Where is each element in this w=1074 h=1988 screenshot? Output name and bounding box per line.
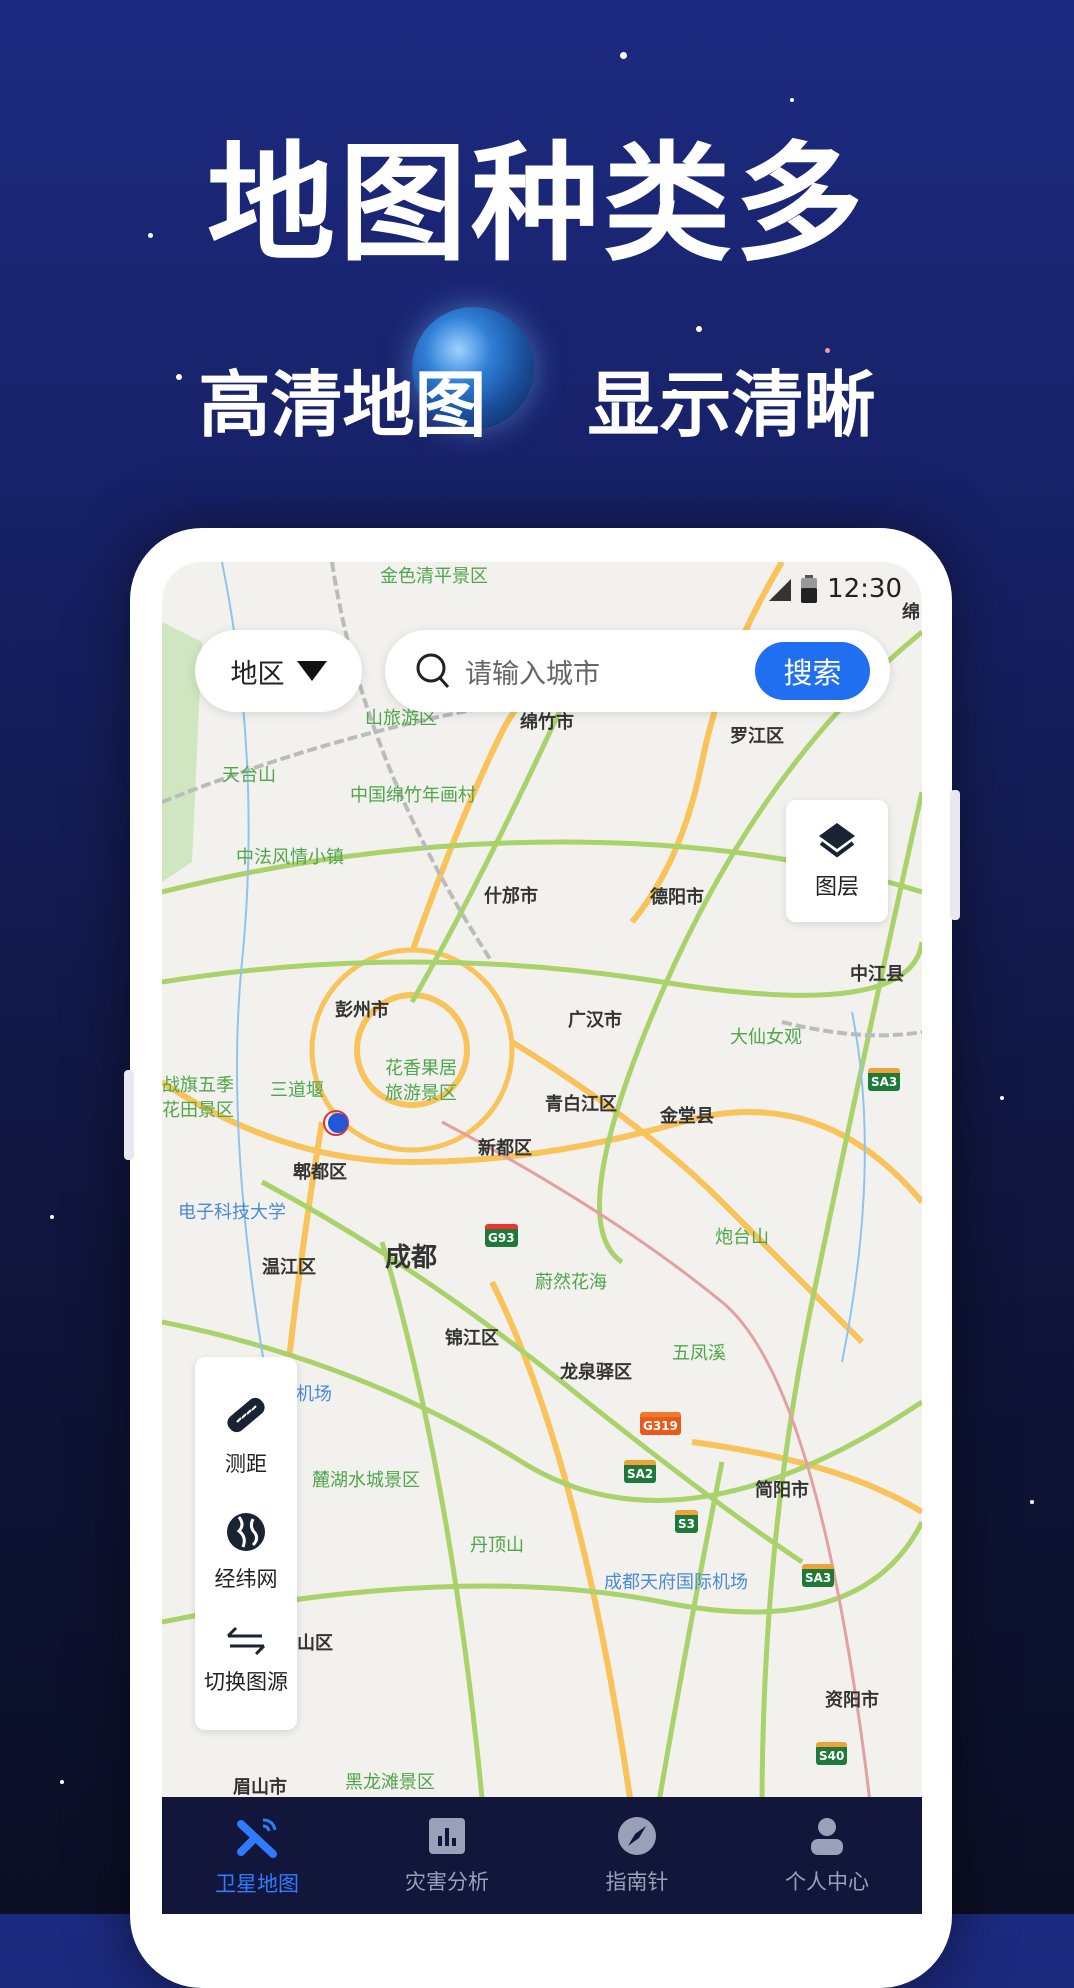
battery-icon xyxy=(801,575,818,603)
satellite-icon xyxy=(237,1818,277,1858)
tool-label: 测距 xyxy=(225,1451,267,1476)
map-label: 罗江区 xyxy=(730,726,784,747)
ruler-icon xyxy=(227,1397,265,1432)
phone-side-button xyxy=(124,1070,134,1160)
layer-button[interactable]: 图层 xyxy=(786,800,888,922)
map-label: 简阳市 xyxy=(755,1480,809,1501)
tool-label: 切换图源 xyxy=(204,1669,288,1694)
road-shield: SA2 xyxy=(624,1460,657,1483)
map-label: 战旗五季 xyxy=(162,1075,234,1096)
map-label: 眉山市 xyxy=(233,1777,287,1798)
hero-subtitle: 高清地图 显示清晰 xyxy=(0,360,1074,450)
caret-down-icon xyxy=(296,661,327,681)
search-input[interactable]: 请输入城市 xyxy=(465,652,755,691)
layers-icon xyxy=(819,823,855,858)
road-shield: G93 xyxy=(485,1224,518,1247)
map-label: 五凤溪 xyxy=(672,1343,726,1364)
road-shield: S40 xyxy=(816,1742,848,1765)
map-label: 绵 xyxy=(902,602,920,623)
map-label: 郫都区 xyxy=(293,1162,347,1183)
map-label: 电子科技大学 xyxy=(178,1202,286,1223)
map-label: 绵竹市 xyxy=(520,712,574,733)
map-label: 成都 xyxy=(385,1243,438,1273)
map-label: 新都区 xyxy=(478,1138,532,1159)
road-shield: SA3 xyxy=(868,1068,901,1091)
nav-label: 灾害分析 xyxy=(405,1869,489,1894)
road-shield: S3 xyxy=(675,1510,698,1533)
nav-label: 个人中心 xyxy=(785,1869,869,1894)
status-bar: 12:30 xyxy=(767,574,902,604)
nav-disaster-analysis[interactable]: 灾害分析 xyxy=(372,1816,522,1896)
nav-compass[interactable]: 指南针 xyxy=(562,1816,712,1896)
map-label: 山区 xyxy=(297,1633,333,1654)
map-label: 资阳市 xyxy=(825,1690,879,1711)
search-button[interactable]: 搜索 xyxy=(755,642,870,700)
map-label: 广汉市 xyxy=(568,1010,622,1031)
nav-profile[interactable]: 个人中心 xyxy=(752,1816,902,1896)
globe-icon xyxy=(227,1512,265,1551)
signal-icon xyxy=(769,579,792,601)
road-shield: SA3 xyxy=(802,1564,835,1587)
user-icon xyxy=(811,1817,843,1855)
tool-panel: 测距 经纬网 切换图源 xyxy=(195,1357,297,1730)
search-icon xyxy=(416,653,450,688)
hero-title: 地图种类多 xyxy=(206,130,867,279)
map-label: 旅游景区 xyxy=(385,1083,457,1104)
search-bar: 请输入城市 搜索 xyxy=(385,630,890,712)
map-label: 蔚然花海 xyxy=(535,1272,607,1293)
road-shield: G319 xyxy=(640,1412,681,1435)
layer-label: 图层 xyxy=(814,875,859,900)
subtitle-right: 显示清晰 xyxy=(587,363,876,447)
swap-icon xyxy=(226,1626,266,1655)
map-label: 黑龙滩景区 xyxy=(345,1772,435,1793)
map-label: 青白江区 xyxy=(545,1094,617,1115)
map-label: 温江区 xyxy=(262,1257,316,1278)
current-location-marker xyxy=(328,1113,348,1133)
map-label: 锦江区 xyxy=(445,1328,499,1349)
map-label: 炮台山 xyxy=(715,1227,769,1248)
nav-satellite-map[interactable]: 卫星地图 xyxy=(182,1814,332,1898)
map-label: 麓湖水城景区 xyxy=(312,1470,420,1491)
map-label: 天台山 xyxy=(222,765,276,786)
region-dropdown[interactable]: 地区 xyxy=(195,630,362,712)
nav-label: 卫星地图 xyxy=(215,1871,299,1896)
map-label: 中国绵竹年画村 xyxy=(350,785,476,806)
map-label: 花田景区 xyxy=(162,1100,234,1121)
status-time: 12:30 xyxy=(827,574,902,604)
subtitle-left: 高清地图 xyxy=(198,363,487,447)
switch-source-button[interactable]: 切换图源 xyxy=(204,1626,288,1696)
nav-label: 指南针 xyxy=(605,1869,669,1894)
map-label: 中法风情小镇 xyxy=(236,847,344,868)
map-label: 龙泉驿区 xyxy=(560,1362,632,1383)
bottom-nav: 卫星地图 灾害分析 指南针 个人中心 xyxy=(162,1797,922,1914)
app-screen: 金色清平景区 山旅游区 绵竹市 罗江区 天台山 中国绵竹年画村 中法风情小镇 什… xyxy=(162,562,922,1914)
tool-label: 经纬网 xyxy=(214,1566,278,1591)
compass-icon xyxy=(618,1816,656,1855)
map-label: 大仙女观 xyxy=(730,1027,802,1048)
measure-distance-button[interactable]: 测距 xyxy=(223,1392,269,1478)
map-label: 三道堰 xyxy=(270,1080,324,1101)
phone-side-button xyxy=(950,790,960,920)
map-label: 金堂县 xyxy=(660,1106,714,1127)
map-label: 成都天府国际机场 xyxy=(604,1572,748,1593)
map-label: 金色清平景区 xyxy=(380,566,488,587)
map-label: 中江县 xyxy=(850,964,904,985)
region-label: 地区 xyxy=(230,658,285,690)
bar-chart-icon xyxy=(429,1817,465,1854)
map-label: 德阳市 xyxy=(650,887,704,908)
map-label: 什邡市 xyxy=(484,886,538,907)
map-label: 丹顶山 xyxy=(470,1535,524,1556)
graticule-button[interactable]: 经纬网 xyxy=(215,1511,278,1593)
map-label: 彭州市 xyxy=(335,1000,389,1021)
map-label: 花香果居 xyxy=(385,1058,457,1079)
